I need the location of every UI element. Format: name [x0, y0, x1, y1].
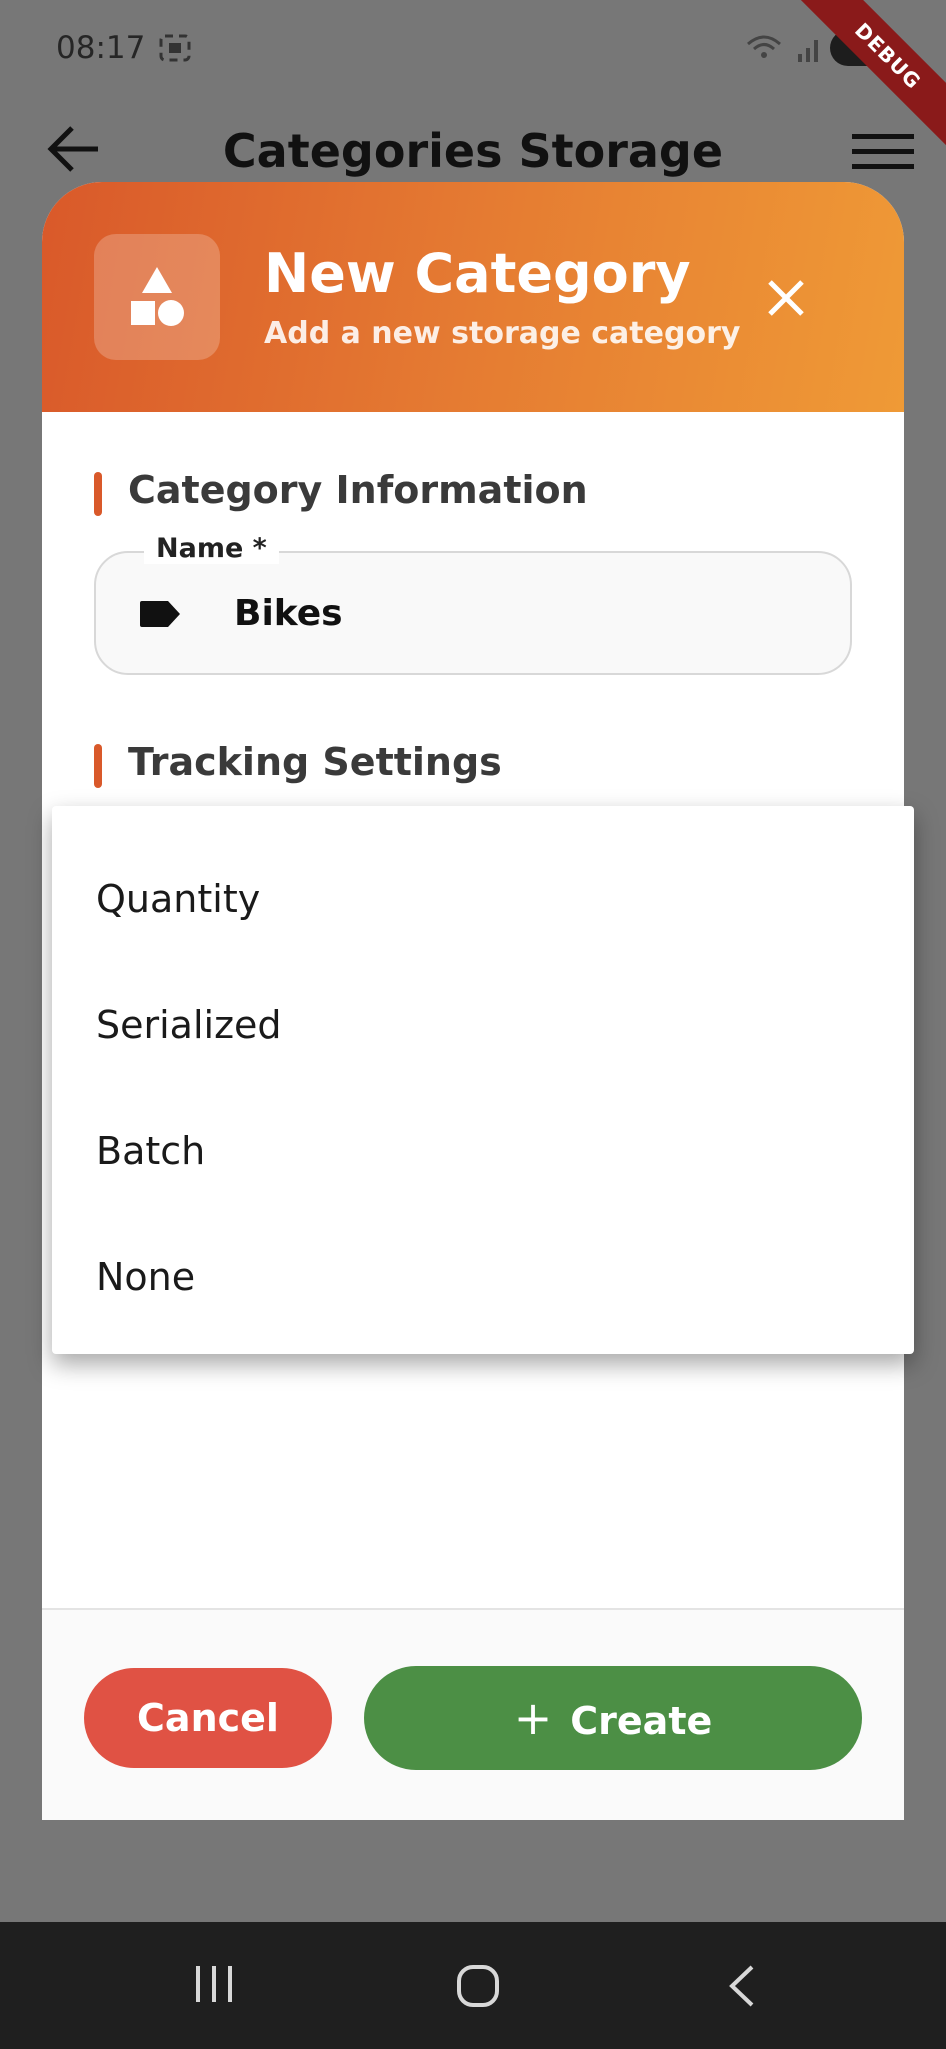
screenshot-icon [158, 32, 192, 69]
status-bar: 08:17 DEBUG [0, 0, 946, 164]
status-time: 08:17 [56, 30, 146, 66]
section-accent-bar [94, 472, 102, 516]
dialog-title: New Category [264, 242, 691, 305]
label-tag-icon [138, 599, 182, 634]
tracking-type-dropdown-menu: Quantity Serialized Batch None [52, 806, 914, 1354]
dropdown-option-batch[interactable]: Batch [52, 1088, 914, 1214]
close-icon[interactable] [766, 278, 806, 323]
section-category-information: Category Information [94, 468, 588, 516]
signal-icons [746, 30, 826, 71]
name-field-label: Name * [144, 533, 279, 564]
nav-back-icon[interactable] [726, 1964, 756, 2013]
dialog-header: New Category Add a new storage category [42, 182, 904, 412]
dropdown-option-none[interactable]: None [52, 1214, 914, 1340]
app-bar: Categories Storage [0, 110, 946, 190]
recents-icon[interactable] [192, 1964, 236, 2009]
section-title-text: Tracking Settings [128, 740, 502, 784]
hamburger-menu-icon[interactable] [852, 132, 914, 177]
section-accent-bar [94, 744, 102, 788]
page-title: Categories Storage [222, 124, 724, 178]
dropdown-option-serialized[interactable]: Serialized [52, 962, 914, 1088]
create-button[interactable]: + Create [364, 1666, 862, 1770]
cancel-button[interactable]: Cancel [84, 1668, 332, 1768]
category-icon-box [94, 234, 220, 360]
name-field[interactable]: Name * Bikes [94, 533, 852, 675]
name-input[interactable]: Bikes [234, 593, 343, 634]
shapes-icon [131, 267, 184, 326]
create-button-label: Create [570, 1699, 713, 1743]
dialog-subtitle: Add a new storage category [264, 316, 741, 351]
plus-icon: + [513, 1691, 553, 1745]
dropdown-option-quantity[interactable]: Quantity [52, 836, 914, 962]
section-tracking-settings: Tracking Settings [94, 740, 502, 788]
dialog-footer: Cancel + Create [42, 1608, 904, 1820]
home-icon[interactable] [456, 1964, 500, 2013]
section-title-text: Category Information [128, 468, 588, 512]
system-nav-bar [0, 1922, 946, 2049]
